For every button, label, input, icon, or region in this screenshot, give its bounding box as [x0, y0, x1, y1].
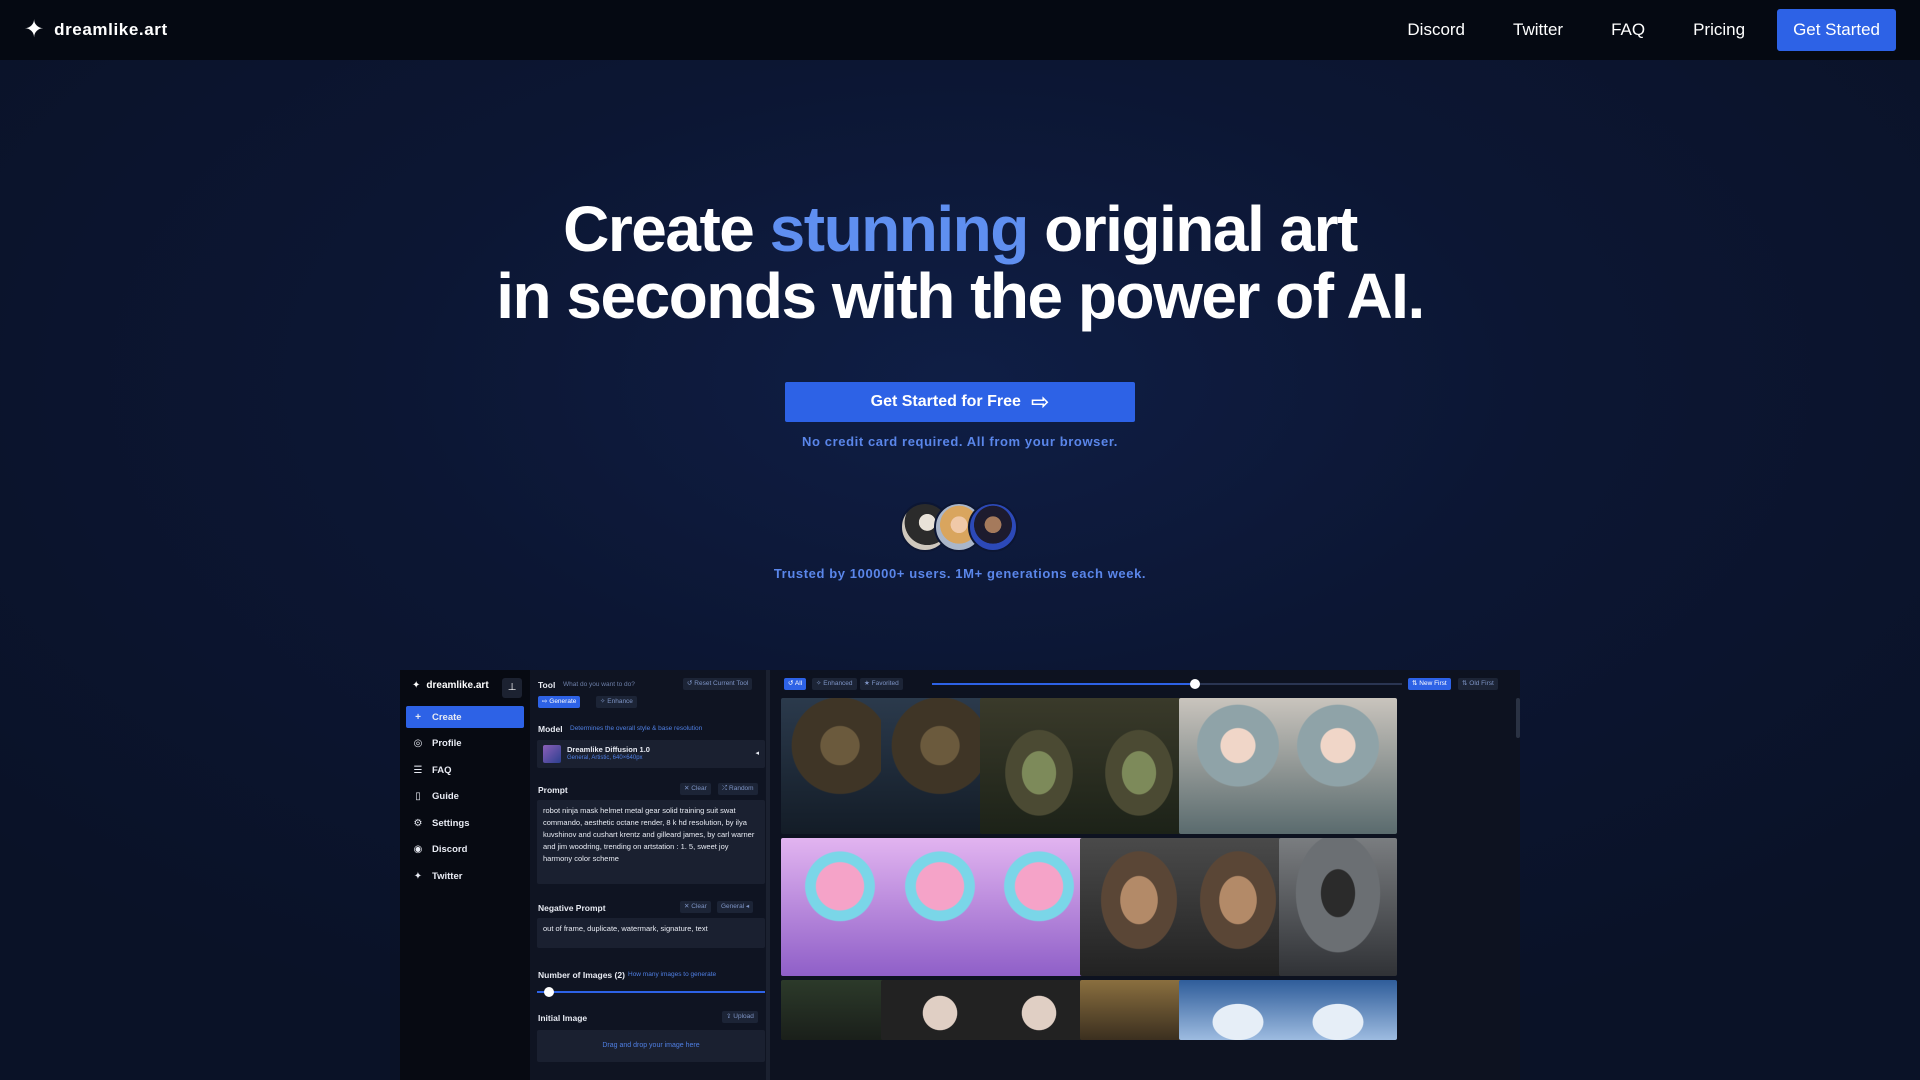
hero-title-accent: stunning — [769, 193, 1030, 265]
nav-links: Discord Twitter FAQ Pricing Get Started — [1407, 9, 1896, 51]
initial-image-label: Initial Image — [538, 1013, 588, 1023]
filter-enhanced-tab[interactable]: ✧ Enhanced — [812, 678, 857, 690]
number-of-images-hint: How many images to generate — [628, 971, 717, 978]
generate-tab[interactable]: ⇨ Generate — [538, 696, 581, 708]
brand-name: dreamlike.art — [54, 20, 168, 39]
list-icon: ☰ — [413, 764, 423, 776]
gallery-image-anime-girl[interactable] — [1278, 698, 1397, 834]
sidebar-item-twitter[interactable]: ✦ Twitter — [406, 865, 524, 887]
sparkle-icon: ✦ — [24, 16, 45, 43]
nav-link-faq[interactable]: FAQ — [1611, 20, 1645, 40]
top-navbar: ✦ dreamlike.art Discord Twitter FAQ Pric… — [0, 0, 1920, 60]
model-desc: General, Artistic, 640×640px — [567, 755, 643, 761]
no-credit-card-note: No credit card required. All from your b… — [802, 434, 1118, 449]
sidebar-item-profile[interactable]: ◎ Profile — [406, 733, 524, 755]
sidebar-item-discord[interactable]: ◉ Discord — [406, 839, 524, 861]
prompt-textarea[interactable]: robot ninja mask helmet metal gear solid… — [537, 800, 765, 884]
prompt-random-button[interactable]: ⤮ Random — [718, 783, 758, 795]
avatar — [968, 502, 1018, 552]
nav-link-pricing[interactable]: Pricing — [1693, 20, 1745, 40]
profile-icon: ◎ — [413, 738, 423, 749]
discord-icon: ◉ — [413, 844, 423, 855]
gear-icon: ⚙ — [413, 817, 423, 829]
gallery-image-dark-figure[interactable] — [1278, 838, 1397, 976]
tool-hint: What do you want to do? — [563, 681, 635, 688]
sidebar-item-label: FAQ — [432, 764, 452, 776]
sidebar-item-label: Guide — [432, 791, 459, 802]
model-select[interactable]: Dreamlike Diffusion 1.0 General, Artisti… — [537, 740, 765, 768]
sparkle-icon: ✦ — [412, 680, 421, 691]
images-slider-knob[interactable] — [544, 987, 554, 997]
chevron-left-icon: ◂ — [755, 750, 759, 757]
sort-old-first[interactable]: ⇅ Old First — [1458, 678, 1498, 690]
gallery-scrollbar[interactable] — [1516, 698, 1520, 738]
prompt-clear-button[interactable]: ✕ Clear — [680, 783, 711, 795]
hero-cta-label: Get Started for Free — [870, 393, 1021, 410]
filter-all-tab[interactable]: ↺ All — [784, 678, 807, 690]
model-label: Model — [538, 724, 563, 734]
hero-headline: Create stunning original art in seconds … — [0, 196, 1920, 330]
hero-title-line2: in seconds with the power of AI. — [496, 260, 1425, 332]
sidebar-item-guide[interactable]: ▯ Guide — [406, 786, 524, 808]
twitter-icon: ✦ — [413, 870, 423, 882]
model-name: Dreamlike Diffusion 1.0 — [567, 745, 650, 754]
nav-link-twitter[interactable]: Twitter — [1513, 20, 1563, 40]
sort-new-first[interactable]: ⇅ New First — [1408, 678, 1451, 690]
preview-sidebar: ✦ dreamlike.art ⊥ + Create ◎ Profile ☰ FAQ ▯ Gu… — [400, 670, 530, 1080]
get-started-button[interactable]: Get Started — [1777, 9, 1896, 51]
sidebar-item-label: Profile — [432, 738, 462, 749]
negative-general-select[interactable]: General ◂ — [717, 901, 754, 913]
gallery-image-clouds[interactable] — [1278, 980, 1397, 1040]
sidebar-item-label: Settings — [432, 817, 470, 829]
upload-button[interactable]: ⇪ Upload — [722, 1011, 758, 1023]
image-dropzone[interactable]: Drag and drop your image here — [537, 1030, 765, 1062]
filter-favorited-tab[interactable]: ★ Favorited — [860, 678, 903, 690]
gallery-size-slider-knob[interactable] — [1190, 679, 1200, 689]
brand-logo[interactable]: ✦ dreamlike.art — [24, 18, 168, 42]
reset-tool-button[interactable]: ↺ Reset Current Tool — [683, 678, 753, 690]
trust-statement: Trusted by 100000+ users. 1M+ generation… — [773, 566, 1147, 581]
get-started-free-button[interactable]: Get Started for Free ⇨ — [785, 382, 1135, 422]
arrow-right-icon: ⇨ — [1030, 389, 1050, 414]
sidebar-item-label: Twitter — [432, 870, 463, 882]
sidebar-item-label: Discord — [432, 844, 468, 855]
nav-link-discord[interactable]: Discord — [1407, 20, 1465, 40]
negative-prompt-label: Negative Prompt — [538, 903, 606, 913]
preview-settings-panel: Tool What do you want to do? ↺ Reset Cur… — [530, 670, 770, 1080]
preview-brand: ✦ dreamlike.art — [412, 680, 489, 691]
app-preview-screenshot: ✦ dreamlike.art ⊥ + Create ◎ Profile ☰ FAQ ▯ Gu… — [400, 670, 1520, 1080]
enhance-tab[interactable]: ✧ Enhance — [596, 696, 637, 708]
number-of-images-label: Number of Images (2) — [538, 970, 625, 980]
hero-title-part1: Create — [563, 193, 755, 265]
sidebar-item-settings[interactable]: ⚙ Settings — [406, 812, 524, 834]
model-thumbnail — [543, 745, 561, 763]
sidebar-item-create[interactable]: + Create — [406, 706, 524, 728]
preview-brand-name: dreamlike.art — [426, 680, 489, 691]
pin-icon[interactable]: ⊥ — [502, 678, 522, 698]
tool-label: Tool — [538, 680, 556, 690]
images-slider-track[interactable] — [537, 991, 765, 993]
book-icon: ▯ — [415, 791, 421, 802]
model-hint: Determines the overall style & base reso… — [570, 725, 703, 732]
negative-clear-button[interactable]: ✕ Clear — [680, 901, 711, 913]
user-avatars — [900, 502, 1020, 552]
negative-prompt-textarea[interactable]: out of frame, duplicate, watermark, sign… — [537, 918, 765, 948]
prompt-label: Prompt — [538, 785, 568, 795]
sidebar-item-label: Create — [432, 711, 462, 723]
preview-gallery: ↺ All ✧ Enhanced ★ Favorited ⇅ New First… — [774, 670, 1520, 1080]
plus-icon: + — [415, 711, 421, 723]
hero-title-part2: original art — [1044, 193, 1358, 265]
gallery-size-slider-fill — [932, 683, 1196, 685]
sidebar-item-faq[interactable]: ☰ FAQ — [406, 759, 524, 781]
